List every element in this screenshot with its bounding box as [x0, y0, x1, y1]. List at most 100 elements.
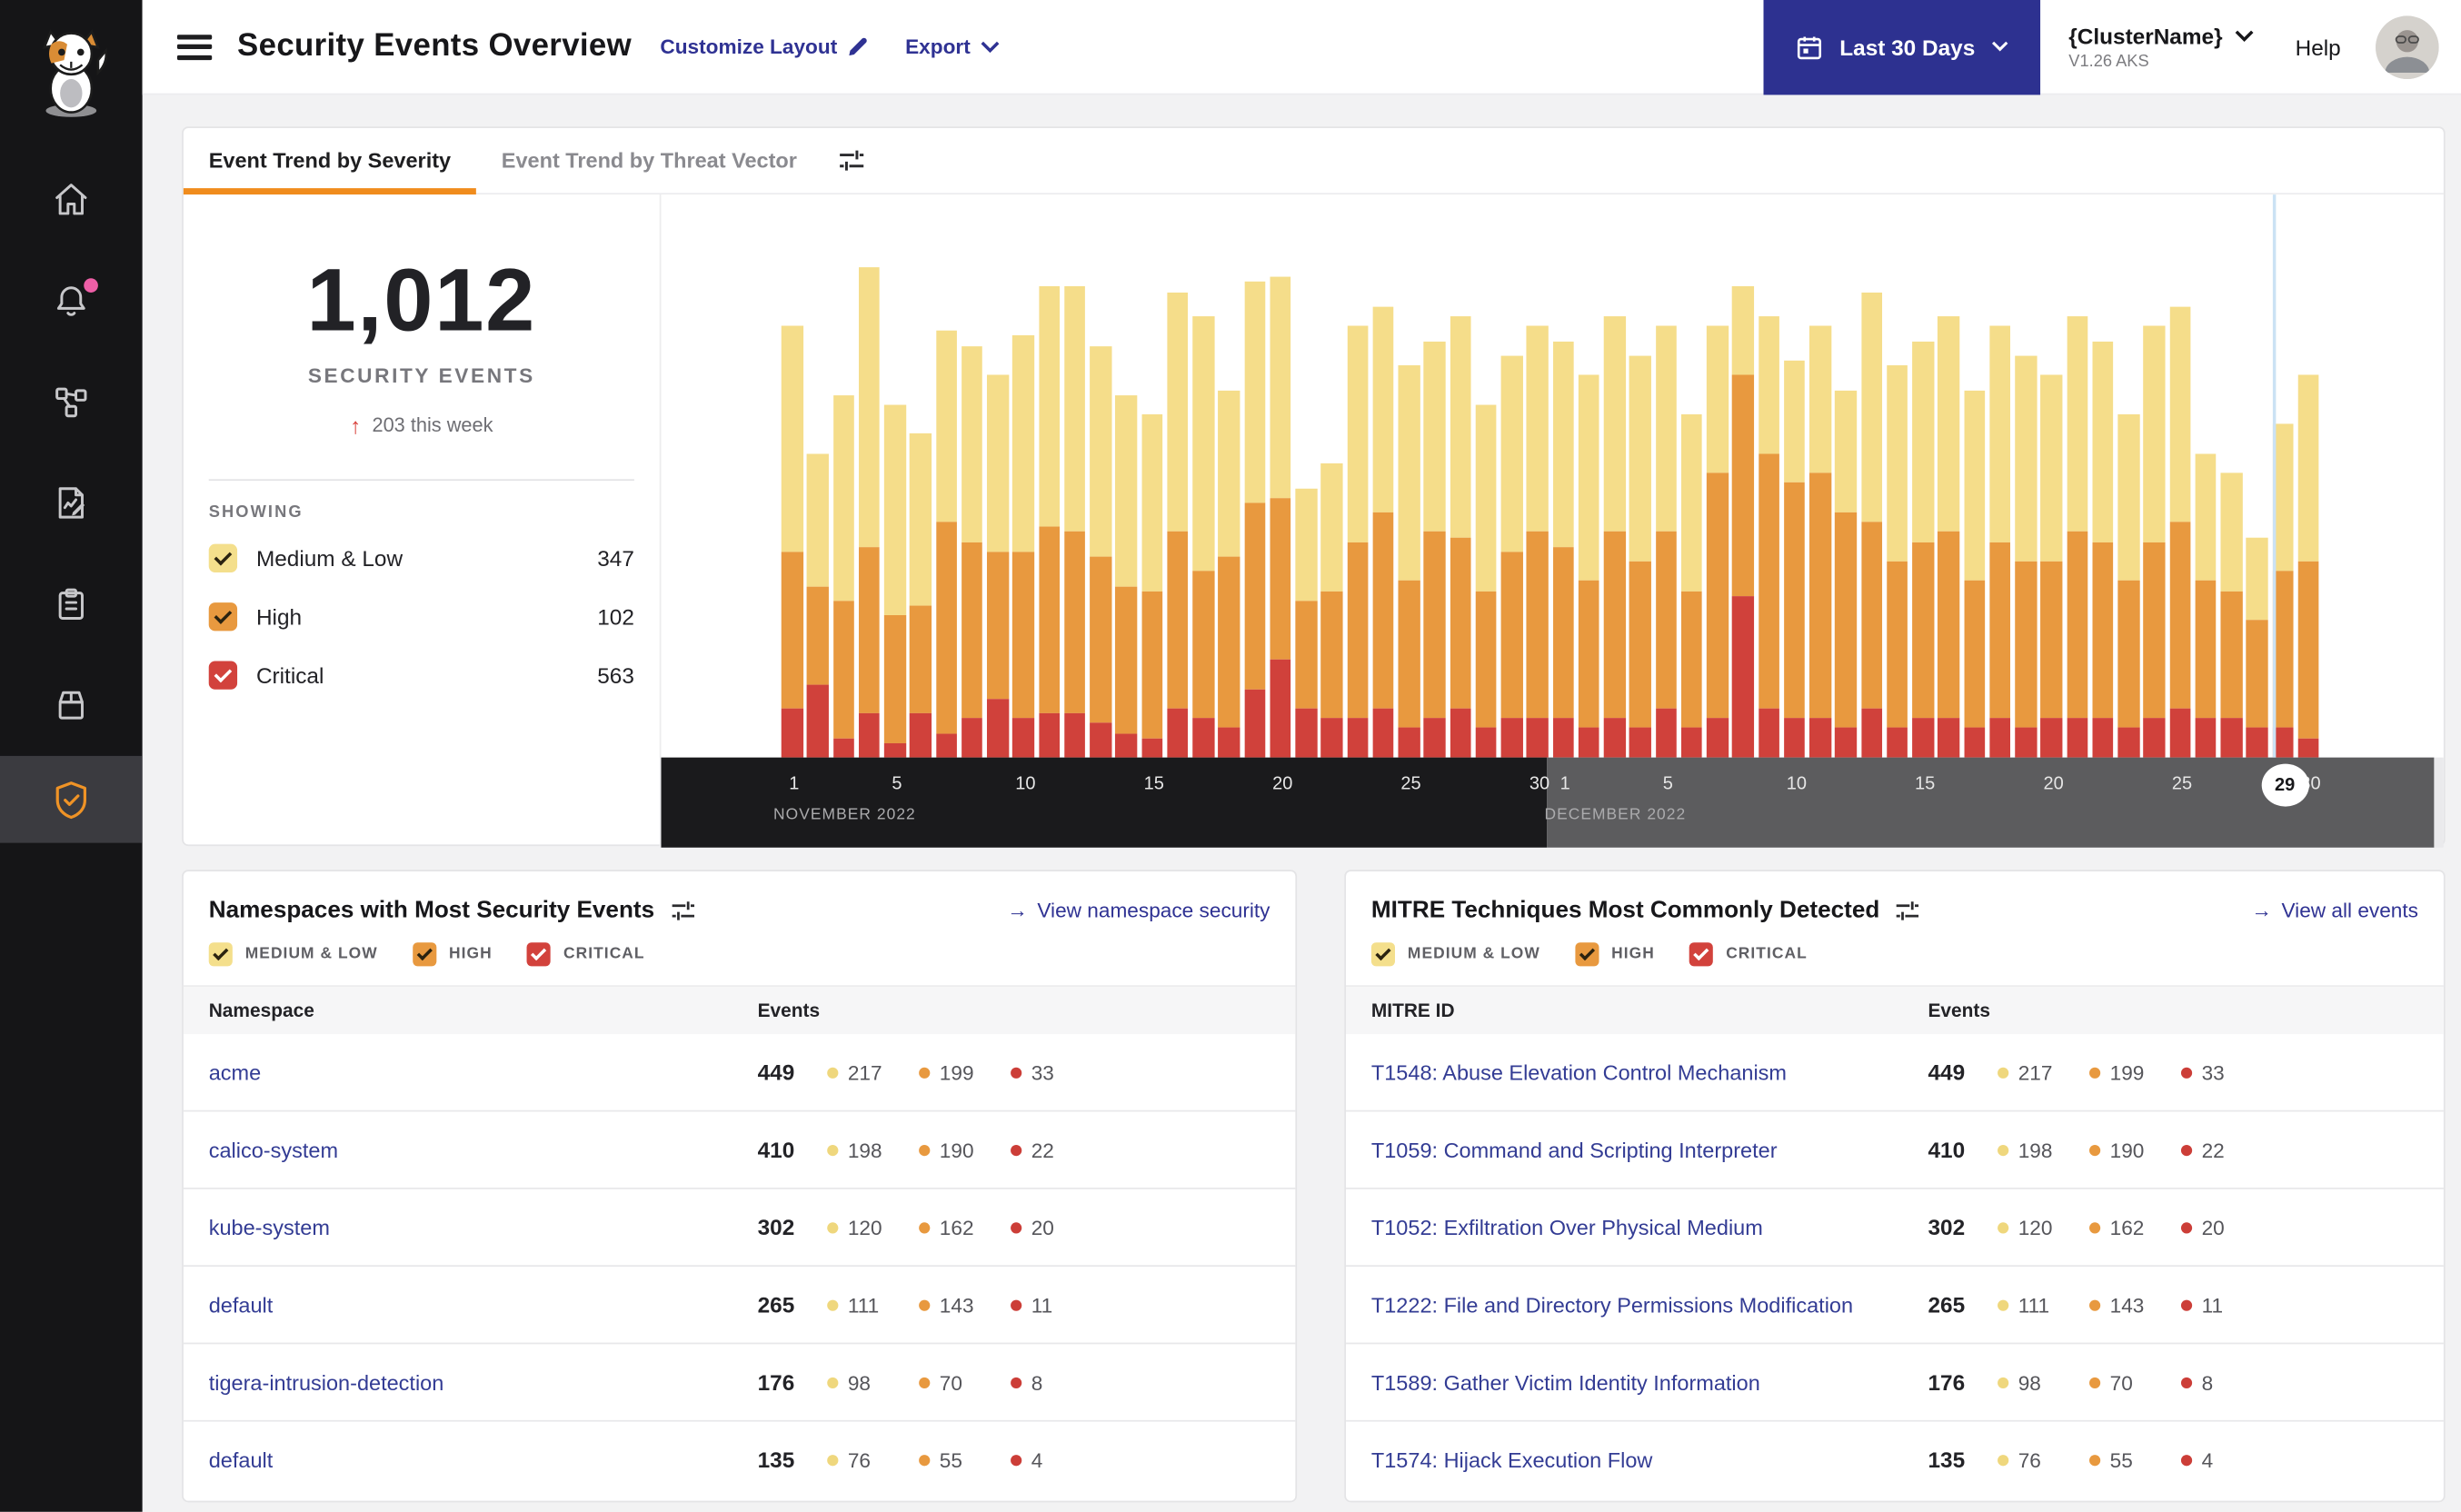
cluster-selector[interactable]: {ClusterName} V1.26 AKS — [2068, 23, 2254, 70]
bar-NOV-28[interactable] — [1475, 404, 1500, 758]
bar-DEC-23[interactable] — [2117, 414, 2143, 758]
namespace-link[interactable]: tigera-intrusion-detection — [209, 1370, 758, 1394]
severity-filter-critical[interactable]: CRITICAL — [527, 942, 645, 967]
checkbox-high[interactable] — [208, 602, 238, 631]
bar-NOV-22[interactable] — [1320, 463, 1347, 758]
bar-DEC-18[interactable] — [1988, 325, 2015, 758]
bar-NOV-10[interactable] — [1012, 335, 1038, 758]
bar-NOV-3[interactable] — [832, 394, 858, 758]
view-all-events-link[interactable]: → View all events — [2251, 899, 2418, 922]
bar-NOV-17[interactable] — [1192, 316, 1218, 758]
bar-DEC-26[interactable] — [2195, 453, 2220, 758]
bar-DEC-17[interactable] — [1963, 390, 1989, 758]
bar-DEC-25[interactable] — [2168, 306, 2195, 758]
export-link[interactable]: Export — [905, 35, 999, 58]
bar-NOV-11[interactable] — [1038, 286, 1064, 758]
bar-NOV-26[interactable] — [1423, 341, 1450, 758]
customize-layout-link[interactable]: Customize Layout — [660, 35, 870, 58]
bar-DEC-5[interactable] — [1655, 325, 1680, 758]
bar-DEC-4[interactable] — [1629, 355, 1655, 758]
namespace-link[interactable]: default — [209, 1447, 758, 1471]
bar-DEC-14[interactable] — [1886, 365, 1912, 758]
bar-DEC-15[interactable] — [1912, 341, 1938, 758]
bar-DEC-20[interactable] — [2040, 374, 2066, 758]
mitre-link[interactable]: T1548: Abuse Elevation Control Mechanism — [1371, 1060, 1928, 1084]
trend-filter-button[interactable] — [838, 149, 865, 173]
bar-NOV-23[interactable] — [1346, 325, 1372, 758]
user-avatar[interactable] — [2376, 15, 2439, 79]
severity-filter-medium-low[interactable]: MEDIUM & LOW — [208, 942, 378, 967]
bar-DEC-2[interactable] — [1578, 374, 1603, 758]
bar-DEC-30[interactable] — [2297, 374, 2323, 758]
bar-DEC-29[interactable] — [2272, 423, 2297, 758]
sidebar-item-service-graph[interactable] — [0, 351, 143, 452]
bar-NOV-18[interactable] — [1218, 390, 1244, 758]
severity-filter-high[interactable]: HIGH — [412, 942, 493, 967]
bar-NOV-15[interactable] — [1141, 414, 1167, 758]
bar-NOV-4[interactable] — [858, 267, 884, 758]
mitre-link[interactable]: T1589: Gather Victim Identity Informatio… — [1371, 1370, 1928, 1394]
bar-NOV-7[interactable] — [935, 331, 961, 758]
view-namespace-security-link[interactable]: → View namespace security — [1007, 899, 1270, 922]
checkbox-medium-low[interactable] — [208, 942, 233, 967]
bar-DEC-6[interactable] — [1680, 414, 1707, 758]
bar-DEC-21[interactable] — [2066, 316, 2092, 758]
checkbox-critical[interactable] — [527, 942, 552, 967]
checkbox-medium-low[interactable] — [1370, 942, 1395, 967]
severity-filter-high[interactable]: HIGH — [1575, 942, 1655, 967]
bar-DEC-19[interactable] — [2015, 355, 2040, 758]
checkbox-critical[interactable] — [208, 660, 238, 689]
checkbox-high[interactable] — [412, 942, 437, 967]
mitre-link[interactable]: T1059: Command and Scripting Interpreter — [1371, 1138, 1928, 1161]
bar-DEC-11[interactable] — [1808, 325, 1835, 758]
sidebar-item-threat-defense[interactable] — [0, 755, 143, 843]
mitre-link[interactable]: T1574: Hijack Execution Flow — [1371, 1447, 1928, 1471]
checkbox-critical[interactable] — [1689, 942, 1714, 967]
checkbox-high[interactable] — [1575, 942, 1599, 967]
namespace-link[interactable]: acme — [209, 1060, 758, 1084]
namespace-link[interactable]: calico-system — [209, 1138, 758, 1161]
bar-DEC-28[interactable] — [2246, 536, 2272, 758]
namespaces-filter-button[interactable] — [671, 899, 696, 920]
namespace-link[interactable]: kube-system — [209, 1215, 758, 1238]
bar-NOV-24[interactable] — [1372, 306, 1398, 758]
bar-DEC-1[interactable] — [1552, 341, 1578, 758]
tab-event-trend-by-severity[interactable]: Event Trend by Severity — [183, 128, 477, 195]
bar-DEC-10[interactable] — [1783, 360, 1809, 758]
help-link[interactable]: Help — [2296, 34, 2341, 59]
bar-NOV-27[interactable] — [1450, 316, 1475, 758]
calico-cat-logo[interactable] — [24, 13, 118, 126]
mitre-filter-button[interactable] — [1896, 899, 1921, 920]
sidebar-item-home[interactable] — [0, 149, 143, 250]
mitre-link[interactable]: T1052: Exfiltration Over Physical Medium — [1371, 1215, 1928, 1238]
menu-button[interactable] — [176, 34, 213, 60]
bar-NOV-19[interactable] — [1243, 282, 1270, 758]
sidebar-item-compliance[interactable] — [0, 553, 143, 654]
bar-NOV-16[interactable] — [1166, 292, 1192, 758]
mitre-link[interactable]: T1222: File and Directory Permissions Mo… — [1371, 1293, 1928, 1317]
bar-DEC-22[interactable] — [2092, 341, 2117, 758]
bar-DEC-16[interactable] — [1938, 316, 1963, 758]
bar-NOV-20[interactable] — [1270, 276, 1295, 758]
bar-NOV-2[interactable] — [807, 453, 832, 758]
checkbox-medium-low[interactable] — [208, 542, 238, 572]
bar-NOV-14[interactable] — [1115, 394, 1141, 758]
sidebar-item-notifications[interactable] — [0, 250, 143, 351]
selected-day-bubble[interactable]: 29 — [2261, 763, 2309, 807]
bar-DEC-3[interactable] — [1603, 316, 1629, 758]
bar-NOV-25[interactable] — [1398, 365, 1423, 758]
bar-NOV-9[interactable] — [986, 374, 1012, 758]
date-range-button[interactable]: Last 30 Days — [1763, 0, 2040, 94]
severity-filter-medium-low[interactable]: MEDIUM & LOW — [1370, 942, 1540, 967]
tab-event-trend-by-threat-vector[interactable]: Event Trend by Threat Vector — [476, 128, 822, 193]
bar-NOV-29[interactable] — [1500, 355, 1527, 758]
bar-DEC-24[interactable] — [2143, 325, 2169, 758]
bar-DEC-8[interactable] — [1732, 286, 1758, 758]
bar-NOV-8[interactable] — [961, 345, 987, 758]
bar-DEC-13[interactable] — [1860, 292, 1887, 758]
bar-DEC-12[interactable] — [1835, 390, 1860, 758]
bar-DEC-7[interactable] — [1706, 325, 1732, 758]
severity-filter-critical[interactable]: CRITICAL — [1689, 942, 1808, 967]
bar-NOV-6[interactable] — [910, 433, 935, 758]
bar-NOV-12[interactable] — [1063, 286, 1090, 758]
